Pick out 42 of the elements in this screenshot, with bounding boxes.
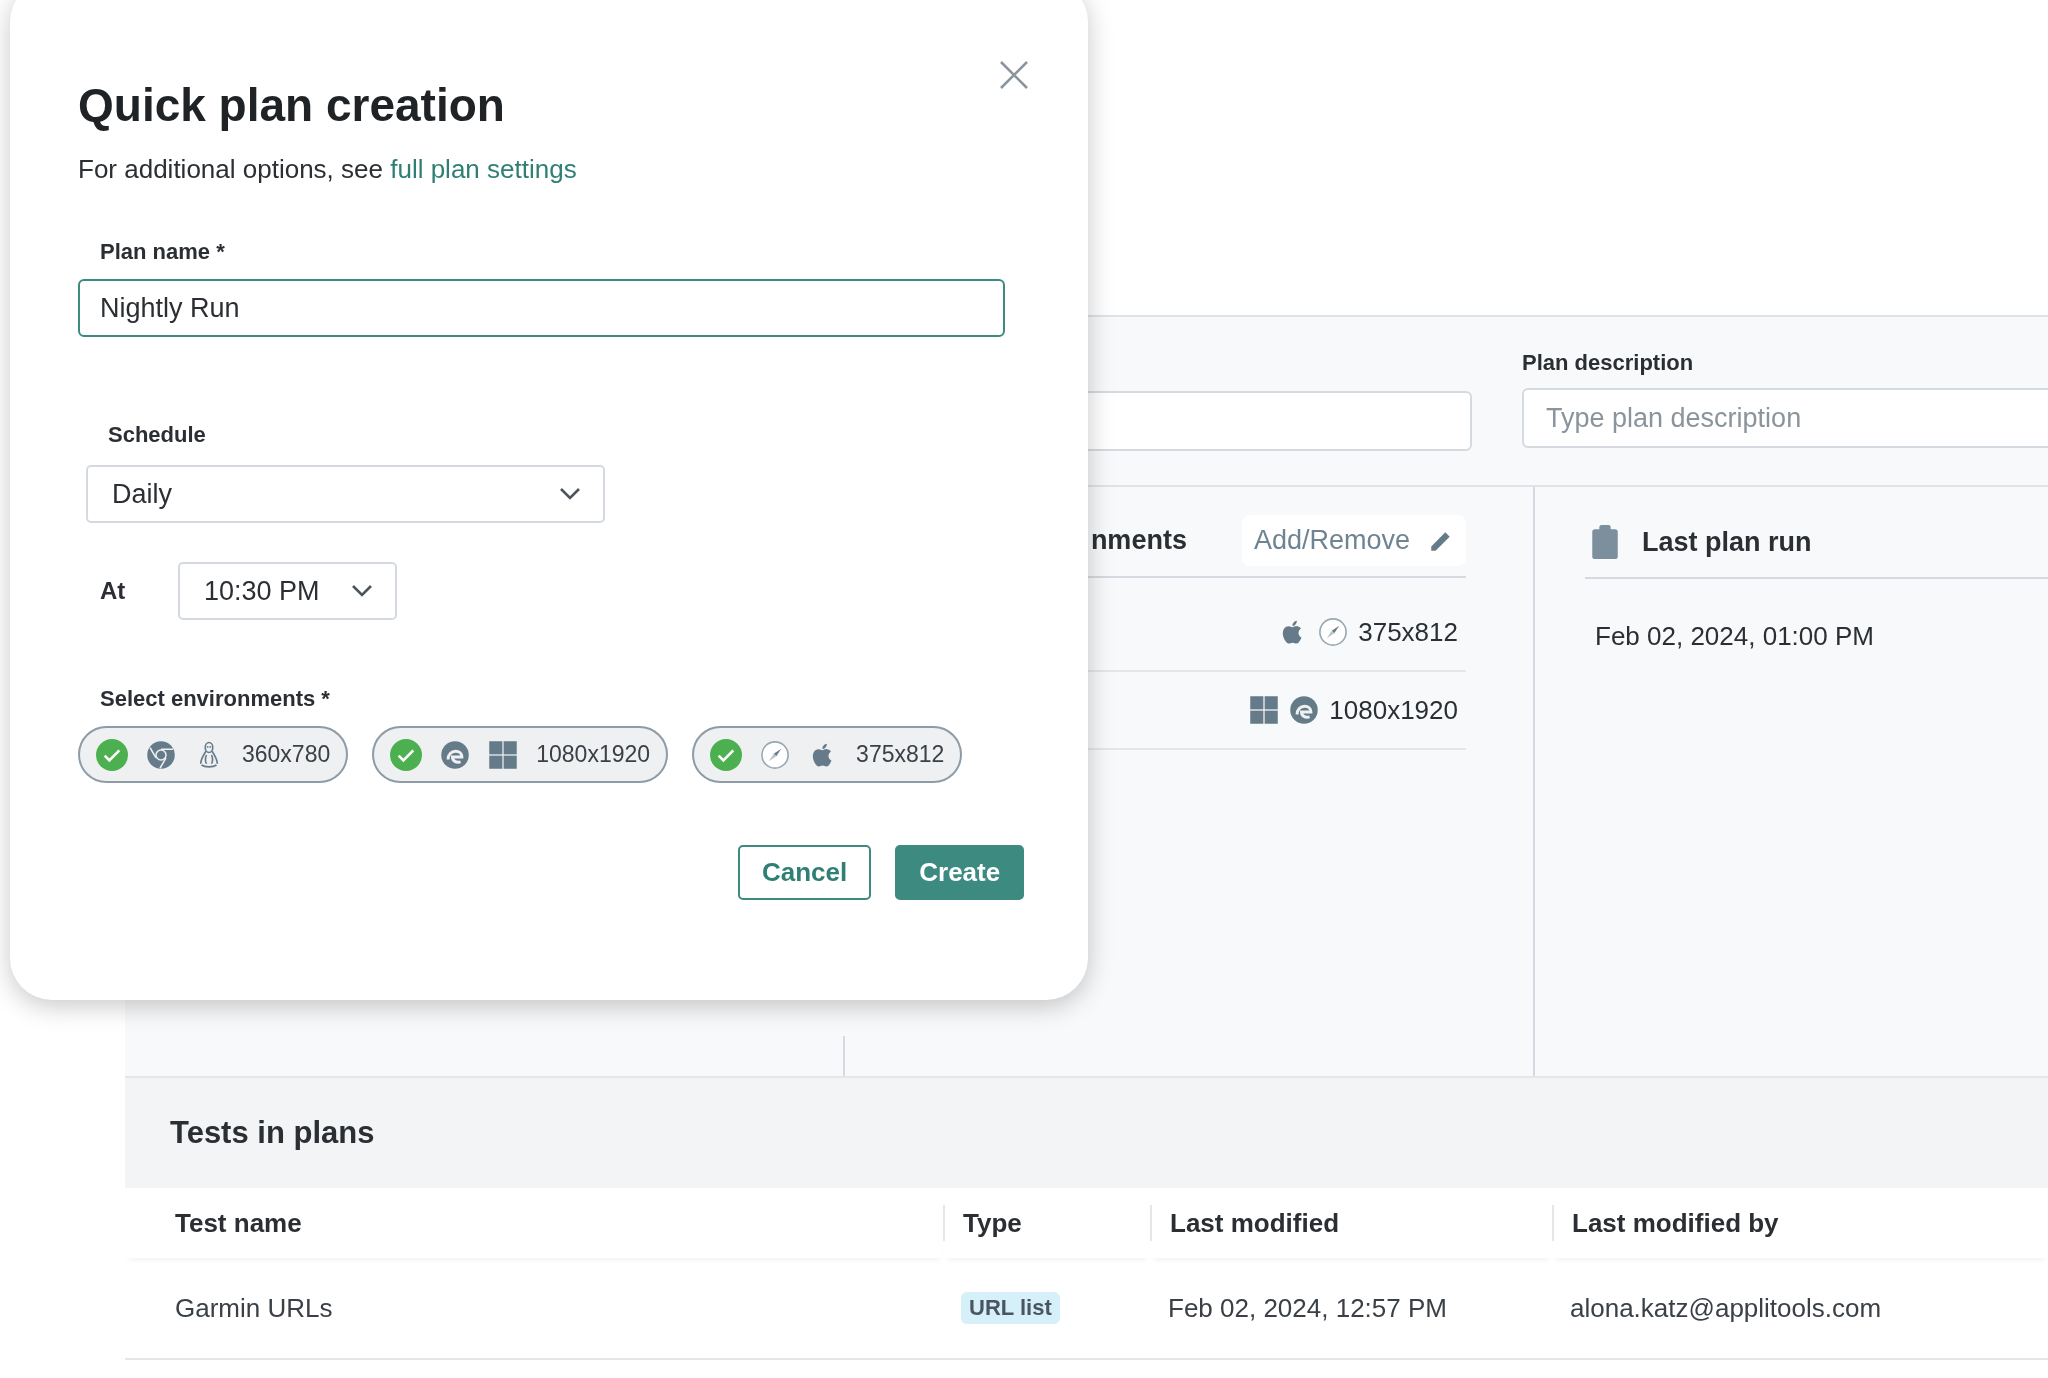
create-button[interactable]: Create: [895, 845, 1025, 900]
environment-chip[interactable]: 360x780: [78, 726, 349, 783]
plan-name-field[interactable]: Nightly Run: [78, 279, 1005, 337]
edge-icon: [440, 739, 471, 770]
column-header[interactable]: Test name: [125, 1188, 302, 1258]
dialog-subtitle: For additional options, see full plan settings: [78, 154, 578, 185]
time-dropdown[interactable]: 10:30 PM: [178, 562, 397, 620]
environment-chip[interactable]: 1080x1920: [372, 726, 669, 783]
table-cell: alona.katz@applitools.com: [1552, 1258, 2048, 1360]
environment-chip[interactable]: 375x812: [692, 726, 963, 783]
chevron-down-icon: [559, 487, 581, 501]
add-remove-button[interactable]: Add/Remove: [1241, 515, 1466, 566]
compass-icon: [1318, 617, 1349, 647]
column-header[interactable]: Type: [945, 1188, 1022, 1258]
section-heading: nments: [1090, 525, 1187, 556]
windows-icon: [1249, 695, 1280, 725]
section-title: Tests in plans: [125, 1076, 2048, 1188]
column-header[interactable]: Last modified: [1152, 1188, 1339, 1258]
dialog-title: Quick plan creation: [78, 78, 506, 132]
full-settings-link[interactable]: full plan settings: [390, 154, 577, 184]
field-label: Plan name *: [100, 239, 226, 265]
description-field[interactable]: Type plan description: [1522, 388, 2048, 448]
field-label: Select environments *: [100, 686, 331, 712]
chevron-down-icon: [351, 584, 373, 598]
table-cell: Feb 02, 2024, 12:57 PM: [1150, 1258, 1552, 1360]
field-label: At: [99, 577, 127, 605]
section-heading: Last plan run: [1642, 526, 1812, 558]
field-label: Plan description: [1522, 350, 1695, 376]
clipboard-icon: [1590, 525, 1620, 559]
table-cell: Garmin URLs: [125, 1258, 943, 1360]
last-run-date: Feb 02, 2024, 01:00 PM: [1594, 620, 1875, 652]
schedule-dropdown[interactable]: Daily: [86, 465, 605, 523]
column-header[interactable]: Last modified by: [1554, 1188, 1779, 1258]
type-tag: URL list: [961, 1292, 1060, 1324]
resolution-text: 1080x1920: [1329, 694, 1458, 726]
compass-icon: [760, 739, 791, 770]
edge-icon: [1289, 695, 1320, 725]
resolution-text: 375x812: [1358, 616, 1458, 648]
chrome-icon: [146, 739, 176, 770]
cancel-button[interactable]: Cancel: [738, 845, 872, 900]
windows-icon: [488, 739, 519, 770]
field-label: Schedule: [108, 422, 207, 448]
